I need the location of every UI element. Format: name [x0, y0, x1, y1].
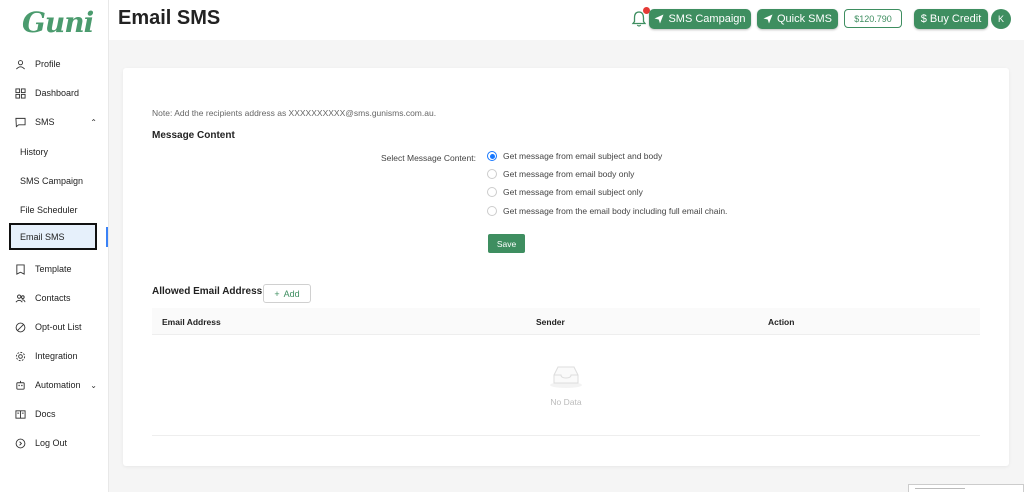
- sidebar-item-label: Dashboard: [35, 88, 80, 98]
- contacts-icon: [11, 293, 29, 304]
- save-button[interactable]: Save: [488, 234, 525, 253]
- robot-icon: [11, 380, 29, 391]
- sidebar-item-label: Email SMS: [20, 231, 65, 242]
- chevron-down-icon: ⌄: [90, 380, 97, 390]
- sidebar-item-label: Profile: [35, 59, 61, 69]
- page-title: Email SMS: [118, 7, 221, 29]
- message-content-title: Message Content: [152, 130, 235, 141]
- sidebar-item-docs[interactable]: Docs: [0, 402, 109, 426]
- sidebar-item-label: Contacts: [35, 293, 71, 303]
- column-header-sender: Sender: [536, 317, 565, 327]
- sidebar-item-log-out[interactable]: Log Out: [0, 431, 109, 455]
- active-indicator: [106, 227, 108, 247]
- ban-icon: [11, 322, 29, 333]
- sidebar-item-label: SMS: [35, 117, 55, 127]
- send-icon: [763, 14, 773, 24]
- top-header: Email SMS SMS Campaign Quick SMS $120.79…: [109, 0, 1024, 40]
- chevron-up-icon: ⌃: [90, 117, 97, 127]
- sidebar-item-integration[interactable]: Integration: [0, 344, 109, 368]
- sms-campaign-button[interactable]: SMS Campaign: [649, 9, 751, 29]
- user-icon: [11, 59, 29, 70]
- table-empty-state: No Data: [152, 335, 980, 436]
- message-icon: [11, 117, 29, 128]
- sidebar: Guni Profile Dashboard SMS ⌃ History SMS…: [0, 0, 109, 492]
- gear-icon: [11, 351, 29, 362]
- sidebar-item-email-sms[interactable]: Email SMS: [9, 223, 97, 250]
- radio-option-body-only[interactable]: Get message from email body only: [487, 168, 634, 180]
- buy-credit-button[interactable]: $ Buy Credit: [914, 9, 988, 29]
- radio-option-subject-only[interactable]: Get message from email subject only: [487, 186, 643, 198]
- table-header: Email Address Sender Action: [152, 308, 980, 335]
- sidebar-item-label: History: [20, 147, 49, 157]
- column-header-action: Action: [768, 317, 795, 327]
- sidebar-item-profile[interactable]: Profile: [0, 52, 109, 76]
- select-message-content-label: Select Message Content:: [381, 153, 476, 163]
- docs-icon: [11, 409, 29, 420]
- sidebar-item-history[interactable]: History: [0, 140, 109, 164]
- recipient-note: Note: Add the recipients address as XXXX…: [152, 108, 437, 118]
- radio-button[interactable]: [487, 206, 497, 216]
- dashboard-grid-icon: [11, 87, 29, 99]
- avatar[interactable]: K: [991, 9, 1011, 29]
- no-data-text: No Data: [550, 397, 582, 407]
- template-icon: [11, 263, 29, 275]
- sidebar-item-label: File Scheduler: [20, 205, 78, 215]
- sidebar-item-label: Opt-out List: [35, 322, 82, 332]
- radio-button[interactable]: [487, 151, 497, 161]
- allowed-email-title: Allowed Email Address: [152, 286, 263, 297]
- email-sms-card: Note: Add the recipients address as XXXX…: [123, 68, 1009, 466]
- sidebar-item-file-scheduler[interactable]: File Scheduler: [0, 198, 109, 222]
- plus-icon: +: [274, 288, 280, 299]
- column-header-email-address: Email Address: [162, 317, 221, 327]
- credit-balance: $120.790: [844, 9, 902, 28]
- app-logo: Guni: [22, 6, 94, 39]
- sidebar-item-opt-out-list[interactable]: Opt-out List: [0, 315, 109, 339]
- sidebar-item-label: Log Out: [35, 438, 68, 448]
- sidebar-item-dashboard[interactable]: Dashboard: [0, 81, 109, 105]
- sidebar-item-sms[interactable]: SMS ⌃: [0, 110, 109, 134]
- sidebar-item-label: SMS Campaign: [20, 176, 84, 186]
- radio-option-subject-and-body[interactable]: Get message from email subject and body: [487, 150, 662, 162]
- add-email-button[interactable]: + Add: [263, 284, 311, 303]
- sidebar-item-label: Template: [35, 264, 72, 274]
- logout-icon: [11, 438, 29, 449]
- sidebar-item-sms-campaign[interactable]: SMS Campaign: [0, 169, 109, 193]
- sidebar-item-label: Automation: [35, 380, 81, 390]
- corner-widget[interactable]: [908, 484, 1024, 492]
- sidebar-item-contacts[interactable]: Contacts: [0, 286, 109, 310]
- send-icon: [654, 14, 664, 24]
- sidebar-item-automation[interactable]: Automation ⌄: [0, 373, 109, 397]
- radio-button[interactable]: [487, 169, 497, 179]
- quick-sms-button[interactable]: Quick SMS: [757, 9, 838, 29]
- radio-option-full-email-chain[interactable]: Get message from the email body includin…: [487, 205, 727, 217]
- empty-inbox-icon: [550, 366, 582, 388]
- sidebar-item-label: Integration: [35, 351, 78, 361]
- radio-button[interactable]: [487, 187, 497, 197]
- sidebar-item-label: Docs: [35, 409, 56, 419]
- sidebar-item-template[interactable]: Template: [0, 257, 109, 281]
